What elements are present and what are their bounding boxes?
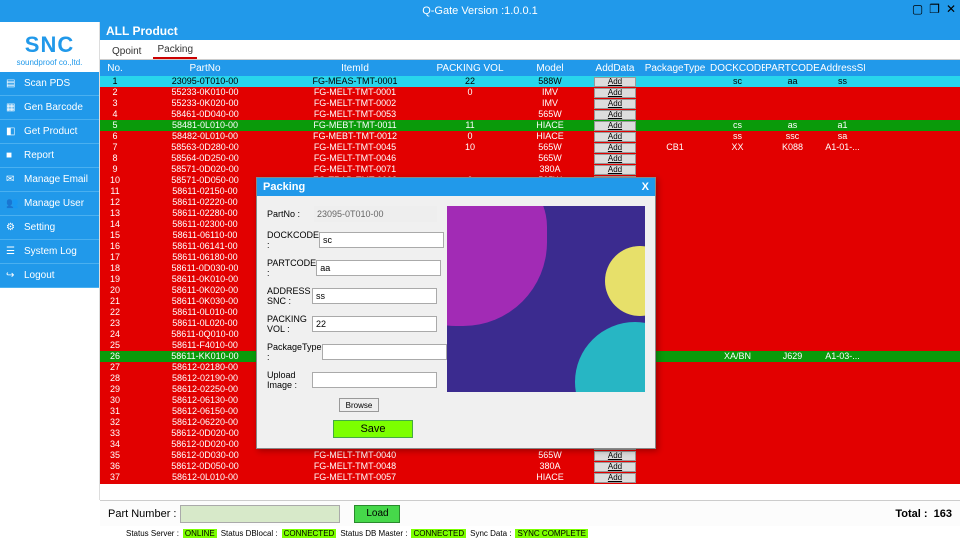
nav-icon: ✉ [6, 174, 18, 186]
modal-preview-image [447, 206, 645, 392]
tabs: Qpoint Packing [100, 40, 960, 60]
table-row[interactable]: 255233-0K010-00FG-MELT-TMT-00010IMVAdd [100, 87, 960, 98]
nav-icon: ☰ [6, 246, 18, 258]
table-row[interactable]: 3658612-0D050-00FG-MELT-TMT-0048380AAdd [100, 461, 960, 472]
modal-partno-input [314, 206, 437, 222]
table-row[interactable]: 558481-0L010-00FG-MEBT-TMT-001111HIACEAd… [100, 120, 960, 131]
grid-header: No. PartNo ItemId PACKING VOL Model AddD… [100, 60, 960, 76]
modal-close-icon[interactable]: X [642, 181, 649, 193]
nav-item-report[interactable]: ■Report [0, 144, 99, 168]
table-row[interactable]: 355233-0K020-00FG-MELT-TMT-0002IMVAdd [100, 98, 960, 109]
table-row[interactable]: 123095-0T010-00FG-MEAS-TMT-000122588WAdd… [100, 76, 960, 87]
modal-partcode-input[interactable] [316, 260, 441, 276]
add-button[interactable]: Add [594, 77, 636, 87]
nav-icon: ⚙ [6, 222, 18, 234]
table-row[interactable]: 958571-0D020-00FG-MELT-TMT-0071380AAdd [100, 164, 960, 175]
nav-item-manage-user[interactable]: 👥Manage User [0, 192, 99, 216]
table-row[interactable]: 758563-0D280-00FG-MELT-TMT-004510565WAdd… [100, 142, 960, 153]
add-button[interactable]: Add [594, 484, 636, 485]
add-button[interactable]: Add [594, 143, 636, 153]
nav-item-logout[interactable]: ↪Logout [0, 264, 99, 288]
nav-item-gen-barcode[interactable]: ▦Gen Barcode [0, 96, 99, 120]
table-row[interactable]: 3858612-0L020-00FG-MELT-TMT-0100HIACEAdd [100, 483, 960, 484]
nav-icon: ↪ [6, 270, 18, 282]
add-button[interactable]: Add [594, 88, 636, 98]
brand-logo: SNC soundproof co.,ltd. [0, 22, 99, 72]
modal-packagetype-input[interactable] [322, 344, 447, 360]
status-bar: Status Server :ONLINE Status DBlocal :CO… [100, 526, 960, 540]
modal-dockcode-input[interactable] [319, 232, 444, 248]
nav-item-scan-pds[interactable]: ▤Scan PDS [0, 72, 99, 96]
footer-bar: Part Number : Load Total : 163 [100, 500, 960, 526]
nav-icon: ▤ [6, 78, 18, 90]
add-button[interactable]: Add [594, 462, 636, 472]
nav-item-get-product[interactable]: ◧Get Product [0, 120, 99, 144]
partnumber-label: Part Number : [108, 508, 176, 520]
browse-button[interactable]: Browse [339, 398, 379, 412]
load-button[interactable]: Load [354, 505, 400, 523]
nav-icon: ◧ [6, 126, 18, 138]
table-row[interactable]: 458461-0D040-00FG-MELT-TMT-0053565WAdd [100, 109, 960, 120]
modal-upload-path[interactable] [312, 372, 437, 388]
window-max-icon[interactable]: ❐ [929, 2, 940, 16]
window-min-icon[interactable]: ▢ [912, 2, 923, 16]
modal-header: Packing X [257, 178, 655, 196]
window-close-icon[interactable]: ✕ [946, 2, 956, 16]
add-button[interactable]: Add [594, 165, 636, 175]
table-row[interactable]: 658482-0L010-00FG-MEBT-TMT-00120HIACEAdd… [100, 131, 960, 142]
save-button[interactable]: Save [333, 420, 413, 438]
tab-packing[interactable]: Packing [153, 42, 197, 59]
nav-icon: 👥 [6, 198, 18, 210]
nav-item-system-log[interactable]: ☰System Log [0, 240, 99, 264]
nav-item-setting[interactable]: ⚙Setting [0, 216, 99, 240]
total-label: Total : 163 [895, 508, 952, 520]
add-button[interactable]: Add [594, 121, 636, 131]
nav-icon: ▦ [6, 102, 18, 114]
modal-addresssnc-input[interactable] [312, 288, 437, 304]
table-row[interactable]: 3758612-0L010-00FG-MELT-TMT-0057HIACEAdd [100, 472, 960, 483]
add-button[interactable]: Add [594, 132, 636, 142]
app-title: Q-Gate Version :1.0.0.1 [422, 5, 538, 17]
add-button[interactable]: Add [594, 154, 636, 164]
partnumber-input[interactable] [180, 505, 340, 523]
nav-item-manage-email[interactable]: ✉Manage Email [0, 168, 99, 192]
add-button[interactable]: Add [594, 110, 636, 120]
nav-icon: ■ [6, 150, 18, 162]
table-row[interactable]: 3558612-0D030-00FG-MELT-TMT-0040565WAdd [100, 450, 960, 461]
sidebar: SNC soundproof co.,ltd. ▤Scan PDS▦Gen Ba… [0, 22, 100, 500]
add-button[interactable]: Add [594, 473, 636, 483]
window-titlebar: Q-Gate Version :1.0.0.1 ▢ ❐ ✕ [0, 0, 960, 22]
add-button[interactable]: Add [594, 99, 636, 109]
add-button[interactable]: Add [594, 451, 636, 461]
packing-modal: Packing X PartNo : DOCKCODE : PARTCODE :… [256, 177, 656, 449]
tab-qpoint[interactable]: Qpoint [108, 44, 145, 59]
table-row[interactable]: 858564-0D250-00FG-MELT-TMT-0046565WAdd [100, 153, 960, 164]
page-title: ALL Product [100, 22, 960, 40]
modal-packingvol-input[interactable] [312, 316, 437, 332]
